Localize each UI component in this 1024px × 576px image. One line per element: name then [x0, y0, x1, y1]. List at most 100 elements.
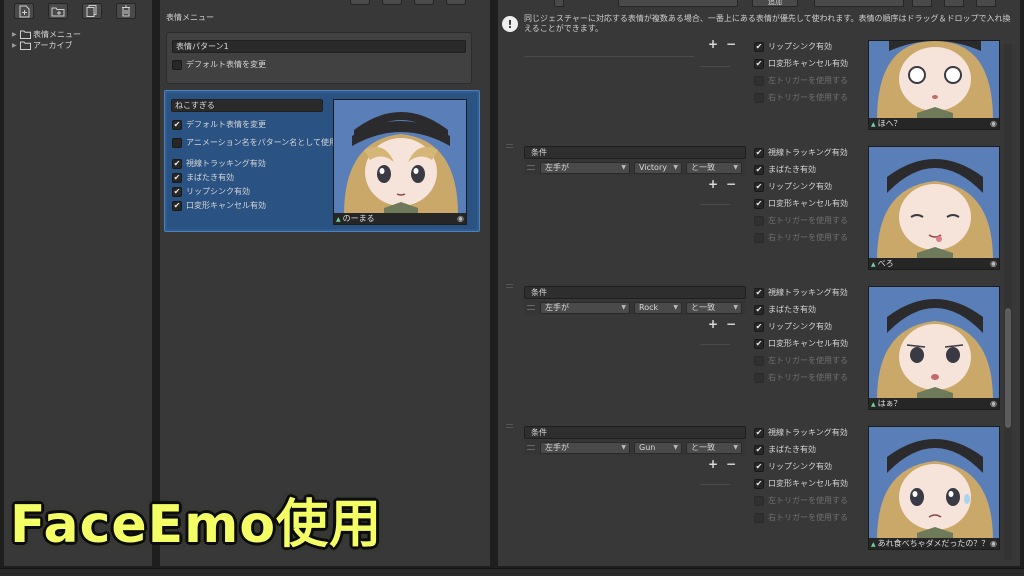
copy-button[interactable] [82, 3, 102, 19]
checkbox-box[interactable] [172, 59, 182, 70]
target-icon[interactable]: ◉ [990, 398, 997, 409]
drag-grip-icon[interactable] [506, 284, 513, 288]
checkbox-box[interactable] [754, 215, 764, 226]
top-tool-button-2[interactable] [944, 0, 964, 7]
row-drag-icon[interactable] [527, 445, 535, 450]
option-blink[interactable]: ✔ まばたき有効 [754, 304, 816, 315]
expression-thumbnail[interactable]: ▲ はぁ？ ◉ [868, 286, 1000, 410]
option-lip-sync[interactable]: ✔ リップシンク有効 [754, 41, 832, 52]
checkbox-box[interactable]: ✔ [754, 164, 764, 175]
expand-arrow-icon[interactable]: ▶ [12, 31, 18, 38]
checkbox-box[interactable]: ✔ [172, 200, 182, 211]
delete-button[interactable] [116, 3, 136, 19]
expression-thumbnail[interactable]: ▲ べろ ◉ [868, 146, 1000, 270]
target-icon[interactable]: ◉ [990, 258, 997, 269]
option-change-default[interactable]: ✔ デフォルト表情を変更 [172, 119, 266, 130]
option-eye-tracking[interactable]: ✔ 視線トラッキング有効 [754, 427, 848, 438]
toolbar-button-3[interactable] [414, 0, 434, 5]
target-icon[interactable]: ◉ [990, 118, 997, 129]
option-lip-sync[interactable]: ✔ リップシンク有効 [754, 181, 832, 192]
row-drag-icon[interactable] [527, 165, 535, 170]
mode-name-field[interactable]: 表情パターン1 [172, 40, 466, 53]
option-eye-tracking[interactable]: ✔ 視線トラッキング有効 [754, 147, 848, 158]
add-condition-button[interactable]: + [704, 318, 722, 332]
checkbox-box[interactable]: ✔ [754, 147, 764, 158]
option-right-trigger[interactable]: 右トリガーを使用する [754, 92, 848, 103]
target-icon[interactable]: ◉ [990, 538, 997, 549]
checkbox-box[interactable] [754, 372, 764, 383]
toolbar-button-4[interactable] [446, 0, 466, 5]
gesture-dropdown[interactable]: Gun ▼ [634, 442, 682, 454]
add-condition-button[interactable]: + [704, 38, 722, 52]
option-left-trigger[interactable]: 左トリガーを使用する [754, 75, 848, 86]
add-expression-button[interactable]: 追加 [752, 0, 798, 7]
option-blink[interactable]: ✔ まばたき有効 [172, 172, 234, 183]
gesture-dropdown[interactable]: Rock ▼ [634, 302, 682, 314]
option-use-animation-name[interactable]: アニメーション名をパターン名として使用 [172, 137, 337, 148]
expression-thumbnail[interactable]: ▲ ほへ？ ◉ [868, 40, 1000, 130]
expand-arrow-icon[interactable]: ▶ [12, 42, 18, 49]
checkbox-box[interactable]: ✔ [172, 119, 182, 130]
tree-item-archive[interactable]: ▶ アーカイブ [12, 40, 73, 51]
remove-condition-button[interactable]: − [722, 458, 740, 472]
hand-dropdown[interactable]: 左手が ▼ [540, 302, 630, 314]
checkbox-box[interactable]: ✔ [754, 181, 764, 192]
add-condition-button[interactable]: + [704, 178, 722, 192]
hand-dropdown[interactable]: 左手が ▼ [540, 162, 630, 174]
option-mouth-morph-cancel[interactable]: ✔ 口変形キャンセル有効 [754, 338, 848, 349]
match-dropdown[interactable]: と一致 ▼ [686, 302, 742, 314]
option-mouth-morph-cancel[interactable]: ✔ 口変形キャンセル有効 [172, 200, 266, 211]
checkbox-box[interactable]: ✔ [754, 287, 764, 298]
checkbox-box[interactable]: ✔ [754, 58, 764, 69]
checkbox-box[interactable]: ✔ [754, 478, 764, 489]
expression-thumbnail[interactable]: ▲ あれ食べちゃダメだったの？？ ◉ [868, 426, 1000, 550]
checkbox-box[interactable] [172, 137, 182, 148]
option-lip-sync[interactable]: ✔ リップシンク有効 [754, 461, 832, 472]
top-dropdown-stub[interactable] [618, 0, 738, 7]
scrollbar-thumb[interactable] [1005, 308, 1011, 428]
remove-condition-button[interactable]: − [722, 38, 740, 52]
option-blink[interactable]: ✔ まばたき有効 [754, 164, 816, 175]
option-eye-tracking[interactable]: ✔ 視線トラッキング有効 [754, 287, 848, 298]
checkbox-box[interactable]: ✔ [172, 158, 182, 169]
checkbox-box[interactable]: ✔ [754, 41, 764, 52]
drag-grip-icon[interactable] [506, 424, 513, 428]
option-mouth-morph-cancel[interactable]: ✔ 口変形キャンセル有効 [754, 478, 848, 489]
expression-thumbnail[interactable]: ▲ のーまる ◉ [333, 99, 467, 225]
option-right-trigger[interactable]: 右トリガーを使用する [754, 512, 848, 523]
toolbar-button-2[interactable] [382, 0, 402, 5]
gesture-dropdown[interactable]: Victory ▼ [634, 162, 682, 174]
drag-grip-icon[interactable] [506, 144, 513, 148]
option-right-trigger[interactable]: 右トリガーを使用する [754, 372, 848, 383]
checkbox-box[interactable]: ✔ [754, 338, 764, 349]
top-tool-button-1[interactable] [912, 0, 932, 7]
add-mode-button[interactable] [14, 3, 34, 19]
top-checkbox-stub[interactable] [554, 0, 564, 7]
add-condition-button[interactable]: + [704, 458, 722, 472]
top-tool-button-3[interactable] [976, 0, 996, 7]
selected-expression-card[interactable]: ねこすぎる ✔ デフォルト表情を変更 アニメーション名をパターン名として使用 ✔ 視… [164, 90, 480, 232]
remove-condition-button[interactable]: − [722, 318, 740, 332]
row-drag-icon[interactable] [527, 305, 535, 310]
checkbox-box[interactable] [754, 75, 764, 86]
checkbox-box[interactable]: ✔ [754, 304, 764, 315]
option-lip-sync[interactable]: ✔ リップシンク有効 [754, 321, 832, 332]
change-default-checkbox[interactable]: デフォルト表情を変更 [172, 59, 266, 70]
option-left-trigger[interactable]: 左トリガーを使用する [754, 215, 848, 226]
option-mouth-morph-cancel[interactable]: ✔ 口変形キャンセル有効 [754, 198, 848, 209]
checkbox-box[interactable]: ✔ [172, 172, 182, 183]
vertical-scrollbar[interactable] [1004, 44, 1012, 560]
checkbox-box[interactable] [754, 495, 764, 506]
option-blink[interactable]: ✔ まばたき有効 [754, 444, 816, 455]
option-left-trigger[interactable]: 左トリガーを使用する [754, 355, 848, 366]
remove-condition-button[interactable]: − [722, 178, 740, 192]
checkbox-box[interactable]: ✔ [754, 461, 764, 472]
checkbox-box[interactable] [754, 232, 764, 243]
checkbox-box[interactable]: ✔ [754, 198, 764, 209]
target-icon[interactable]: ◉ [457, 213, 464, 224]
match-dropdown[interactable]: と一致 ▼ [686, 442, 742, 454]
hand-dropdown[interactable]: 左手が ▼ [540, 442, 630, 454]
option-right-trigger[interactable]: 右トリガーを使用する [754, 232, 848, 243]
tree-item-expression-menu[interactable]: ▶ 表情メニュー [12, 29, 81, 40]
option-lip-sync[interactable]: ✔ リップシンク有効 [172, 186, 250, 197]
